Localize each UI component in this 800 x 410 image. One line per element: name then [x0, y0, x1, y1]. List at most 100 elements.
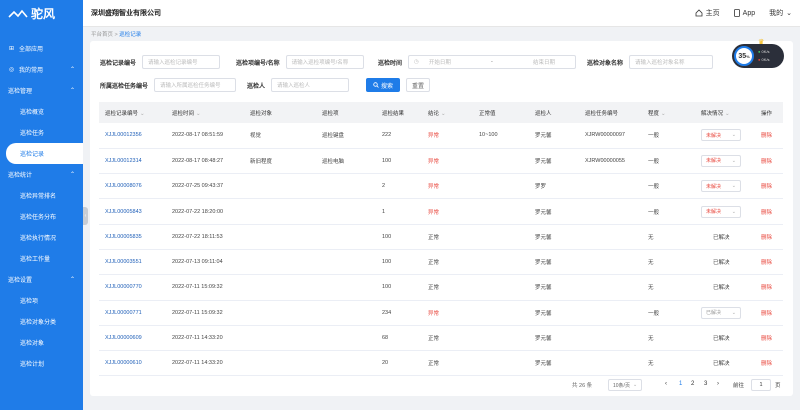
person-input[interactable]: 请输入巡检人: [271, 78, 350, 92]
sidebar-item-4[interactable]: 巡检任务: [0, 122, 83, 143]
sidebar-collapse-handle[interactable]: ‹: [83, 207, 88, 225]
sidebar-item-14[interactable]: 巡检对象: [0, 332, 83, 353]
column-header[interactable]: 巡检时间 ⌄: [166, 102, 244, 123]
sidebar-item-11[interactable]: 巡检设置 ⌃: [0, 269, 83, 290]
table-cell: [316, 274, 376, 301]
sidebar-item-label: 巡检项: [20, 299, 39, 305]
delete-button[interactable]: 删除: [755, 123, 783, 149]
table-cell: [579, 325, 642, 352]
resolution-text: 已解决: [713, 361, 730, 368]
delete-button[interactable]: 删除: [755, 173, 783, 200]
table-cell[interactable]: XJJL00005835: [99, 224, 166, 250]
sidebar-item-10[interactable]: 巡检工作量: [0, 248, 83, 269]
sort-icon[interactable]: ⌄: [725, 111, 730, 117]
delete-button[interactable]: 删除: [755, 350, 783, 377]
table-cell[interactable]: XJJL00012356: [99, 123, 166, 149]
resolution-value: 已解决: [706, 310, 722, 317]
delete-button[interactable]: 删除: [755, 249, 783, 276]
sidebar-item-15[interactable]: 巡检计划: [0, 353, 83, 374]
table-cell[interactable]: XJJL00005843: [99, 198, 166, 225]
sidebar-item-6[interactable]: 巡检统计 ⌃: [0, 164, 83, 185]
delete-button[interactable]: 删除: [755, 198, 783, 225]
sidebar-item-2[interactable]: 巡检管理 ⌃: [0, 80, 83, 101]
sidebar-item-3[interactable]: 巡检概览: [0, 101, 83, 122]
sidebar-item-13[interactable]: 巡检对象分类: [0, 311, 83, 332]
record-no-input[interactable]: 请输入巡检记录编号: [142, 55, 221, 69]
column-header[interactable]: 程度 ⌄: [642, 102, 695, 123]
next-page-button[interactable]: ›: [717, 381, 719, 387]
sort-icon[interactable]: ⌄: [140, 111, 145, 117]
sidebar-item-0[interactable]: ⊞ 全部应用: [0, 38, 83, 59]
download-speed: 0K/s: [761, 57, 770, 62]
object-input[interactable]: 请输入巡检对象名称: [629, 55, 714, 69]
page-1[interactable]: 1: [679, 381, 682, 387]
task-input[interactable]: 请输入所属巡检任务编号: [154, 78, 237, 92]
delete-button[interactable]: 删除: [755, 224, 783, 250]
sidebar-item-1[interactable]: ◎ 我的常用 ⌃: [0, 59, 83, 80]
table-cell: 已解决: [695, 249, 755, 276]
chevron-down-icon: ⌄: [731, 208, 736, 215]
sidebar-item-12[interactable]: 巡检项: [0, 290, 83, 311]
page-2[interactable]: 2: [691, 381, 694, 387]
delete-button[interactable]: 删除: [755, 325, 783, 352]
sidebar-item-label: 巡检任务: [20, 131, 45, 137]
top-bar: 驼风 深圳盛翔智业有限公司 主页 App 我的 ⌄: [0, 0, 800, 27]
user-menu[interactable]: 我的 ⌄: [769, 8, 792, 18]
chevron-down-icon: ⌄: [731, 309, 736, 316]
sort-icon[interactable]: ⌄: [196, 111, 201, 117]
logo[interactable]: 驼风: [0, 0, 83, 27]
table-cell: 异常: [422, 173, 473, 200]
goto-page-input[interactable]: 1: [751, 379, 771, 391]
table-cell: [579, 249, 642, 276]
app-link[interactable]: App: [733, 9, 755, 17]
resolution-select[interactable]: 已解决 ⌄: [701, 306, 741, 319]
sidebar-item-5[interactable]: 巡检记录: [6, 143, 83, 164]
item-input[interactable]: 请输入巡检项编号/名称: [285, 55, 364, 69]
table-cell: 未解决 ⌄: [695, 148, 755, 175]
table-cell: [316, 173, 376, 200]
table-cell[interactable]: XJJL00000771: [99, 300, 166, 326]
delete-button[interactable]: 删除: [755, 300, 783, 326]
sort-icon[interactable]: ⌄: [661, 111, 666, 117]
table-cell[interactable]: XJJL00012314: [99, 148, 166, 175]
sidebar-item-9[interactable]: 巡检执行情况: [0, 227, 83, 248]
page-size-value: 10条/页: [613, 382, 630, 389]
column-header: 巡检项: [316, 102, 376, 123]
sidebar-item-7[interactable]: 巡检异常排名: [0, 185, 83, 206]
table-cell[interactable]: XJJL00000609: [99, 325, 166, 352]
start-date[interactable]: 开始日期: [429, 58, 451, 66]
end-date[interactable]: 结束日期: [533, 58, 555, 66]
table-cell[interactable]: XJJL00003551: [99, 249, 166, 276]
column-header[interactable]: 巡检记录编号 ⌄: [99, 102, 166, 123]
search-button[interactable]: 搜索: [366, 78, 400, 92]
column-header-label: 程度: [648, 110, 660, 117]
table-cell: [579, 274, 642, 301]
table-cell[interactable]: XJJL00000770: [99, 274, 166, 301]
delete-button[interactable]: 删除: [755, 274, 783, 301]
chevron-down-icon: ⌄: [731, 183, 736, 190]
page-size-select[interactable]: 10条/页 ⌄: [608, 379, 642, 391]
sidebar-item-8[interactable]: 巡检任务分布: [0, 206, 83, 227]
table-cell[interactable]: XJJL00000610: [99, 350, 166, 377]
reset-button[interactable]: 重置: [406, 78, 430, 92]
resolution-select[interactable]: 未解决 ⌄: [701, 129, 741, 142]
sort-icon[interactable]: ⌄: [441, 111, 446, 117]
column-header[interactable]: 结论 ⌄: [422, 102, 473, 123]
table-cell[interactable]: XJJL00008076: [99, 173, 166, 200]
resolution-select[interactable]: 未解决 ⌄: [701, 205, 741, 218]
breadcrumb-home[interactable]: 平台首页: [91, 32, 113, 38]
sidebar-item-label: 巡检概览: [20, 110, 45, 116]
date-range-picker[interactable]: ◷ 开始日期 - 结束日期: [408, 55, 577, 69]
delete-button[interactable]: 删除: [755, 148, 783, 175]
chevron-down-icon: ⌄: [731, 157, 736, 164]
sidebar-item-label: 巡检计划: [20, 362, 45, 368]
column-header-label: 正常值: [479, 110, 496, 117]
resolution-select[interactable]: 未解决 ⌄: [701, 180, 741, 193]
table-cell: 罗元馨: [529, 148, 579, 175]
home-link[interactable]: 主页: [695, 8, 720, 18]
page-3[interactable]: 3: [704, 381, 707, 387]
network-speed-widget[interactable]: 35% ● 0K/s ● 0K/s: [732, 44, 784, 68]
column-header[interactable]: 解决情况 ⌄: [695, 102, 755, 123]
resolution-select[interactable]: 未解决 ⌄: [701, 154, 741, 167]
prev-page-button[interactable]: ‹: [665, 381, 667, 387]
